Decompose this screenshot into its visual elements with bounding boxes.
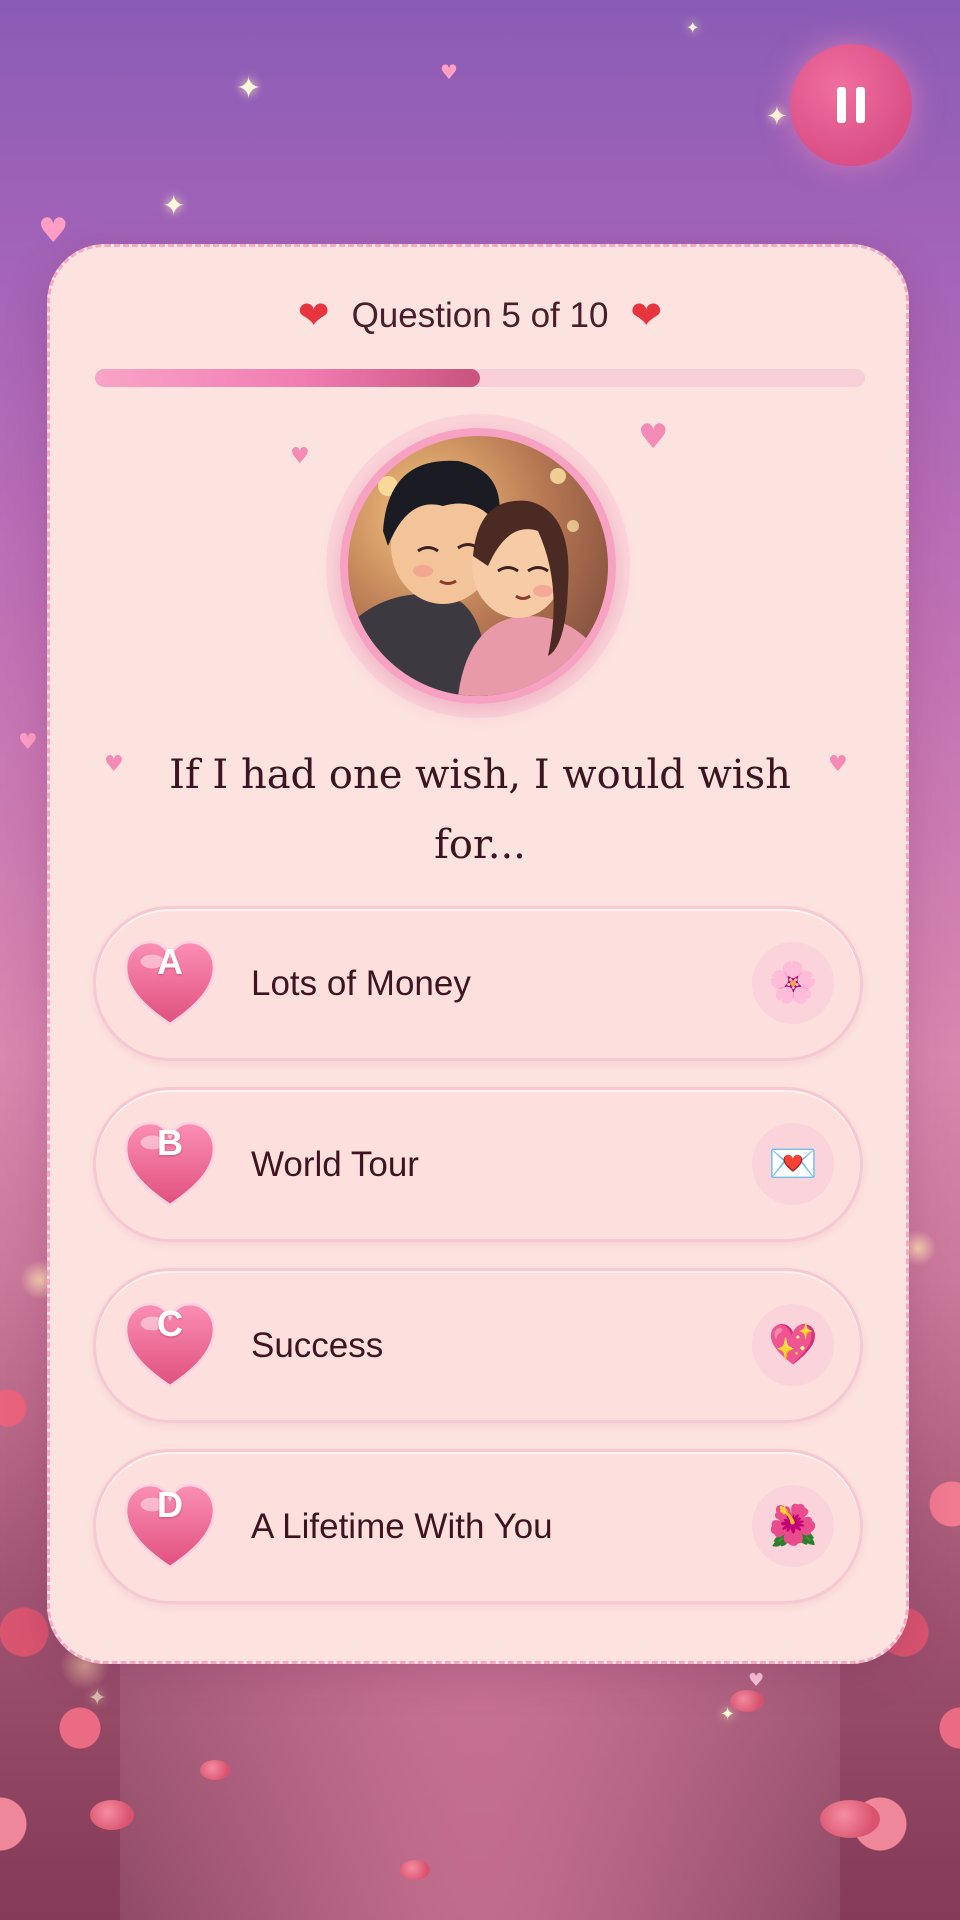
rose-petal xyxy=(90,1800,134,1830)
decor-heart-icon: ♥ xyxy=(290,444,310,469)
answer-option-a[interactable]: A Lots of Money 🌸 xyxy=(93,906,863,1061)
quiz-screen: ✦ ✦ ✦ ✦ ✦ ✦ ♥ ♥ ♥ ♥ ❤ Question 5 of 10 ❤… xyxy=(0,0,960,1920)
rose-petal xyxy=(730,1690,764,1712)
option-letter: D xyxy=(157,1484,183,1525)
question-counter-label: Question 5 of 10 xyxy=(351,296,609,335)
floating-heart-icon: ♥ xyxy=(748,1670,765,1691)
pause-button[interactable] xyxy=(790,44,912,166)
option-letter: C xyxy=(157,1303,183,1344)
sparkle-icon: ✦ xyxy=(236,71,262,106)
option-label: A Lifetime With You xyxy=(251,1507,553,1546)
sparkle-icon: ✦ xyxy=(766,102,788,132)
rose-petal xyxy=(200,1760,230,1780)
hibiscus-icon: 🌺 xyxy=(752,1485,834,1567)
question-text: If I had one wish, I would wish for... xyxy=(169,752,791,868)
sparkle-icon: ✦ xyxy=(686,18,700,37)
pause-icon xyxy=(856,87,865,123)
answer-option-b[interactable]: B World Tour 💌 xyxy=(93,1087,863,1242)
floating-heart-icon: ♥ xyxy=(18,730,38,755)
sparkling-heart-icon: 💖 xyxy=(752,1304,834,1386)
heart-icon: ❤ xyxy=(297,295,330,337)
progress-bar xyxy=(95,369,865,387)
option-label: Lots of Money xyxy=(251,964,471,1003)
love-letter-icon: 💌 xyxy=(752,1123,834,1205)
couple-illustration xyxy=(348,460,608,696)
sparkle-icon: ✦ xyxy=(720,1704,736,1725)
pause-icon xyxy=(837,87,846,123)
answer-option-d[interactable]: D A Lifetime With You 🌺 xyxy=(93,1449,863,1604)
rose-petal xyxy=(820,1800,880,1838)
progress-fill xyxy=(95,369,480,387)
option-label: Success xyxy=(251,1326,384,1365)
option-label: World Tour xyxy=(251,1145,419,1184)
couple-avatar xyxy=(340,428,616,704)
decor-heart-icon: ♥ xyxy=(104,752,124,777)
floating-heart-icon: ♥ xyxy=(440,60,458,84)
sparkle-icon: ✦ xyxy=(162,189,186,222)
question-counter: ❤ Question 5 of 10 ❤ xyxy=(0,296,960,336)
flower-icon: 🌸 xyxy=(752,942,834,1024)
answer-option-c[interactable]: C Success 💖 xyxy=(93,1268,863,1423)
option-letter: A xyxy=(157,941,183,982)
heart-icon: ❤ xyxy=(630,295,663,337)
option-letter: B xyxy=(157,1122,183,1163)
rose-petal xyxy=(400,1860,430,1880)
decor-heart-icon: ♥ xyxy=(638,417,669,457)
floating-heart-icon: ♥ xyxy=(38,211,69,251)
decor-heart-icon: ♥ xyxy=(828,752,848,777)
